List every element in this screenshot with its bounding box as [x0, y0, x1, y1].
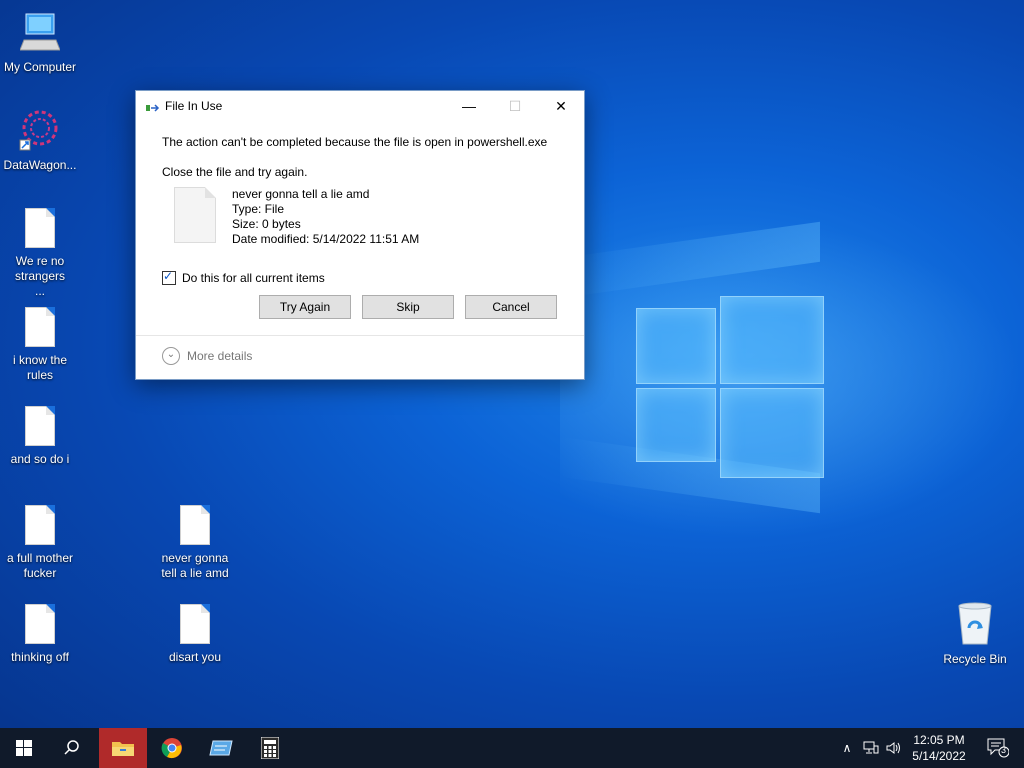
chrome-button[interactable] — [148, 728, 196, 768]
computer-icon — [0, 10, 80, 58]
desktop-icon-file[interactable]: and so do i — [0, 406, 80, 467]
file-icon — [180, 505, 210, 545]
file-transfer-icon — [146, 101, 160, 112]
chrome-icon — [161, 738, 182, 759]
close-button[interactable]: ✕ — [538, 91, 584, 121]
file-icon — [25, 505, 55, 545]
file-icon — [25, 406, 55, 446]
dialog-titlebar[interactable]: File In Use — ☐ ✕ — [136, 91, 584, 121]
skip-button[interactable]: Skip — [362, 295, 454, 319]
search-icon — [64, 740, 79, 755]
file-type: Type: File — [232, 202, 285, 216]
taskbar: ∧ 12:05 PM 5/14/2022 3 — [0, 728, 1024, 768]
speaker-icon — [886, 742, 900, 754]
clock-date: 5/14/2022 — [912, 749, 966, 763]
file-in-use-dialog: File In Use — ☐ ✕ The action can't be co… — [135, 90, 585, 380]
start-button[interactable] — [0, 728, 48, 768]
apply-all-label: Do this for all current items — [182, 271, 325, 285]
dialog-title: File In Use — [165, 99, 223, 113]
desktop-icon-file[interactable]: thinking off — [0, 604, 80, 665]
desktop-icon-recycle-bin[interactable]: Recycle Bin — [935, 602, 1015, 667]
dialog-instruction: Close the file and try again. — [162, 165, 308, 179]
desktop-icon-file[interactable]: disart you — [155, 604, 235, 665]
file-icon — [180, 604, 210, 644]
desktop-icon-file[interactable]: i know the rules — [0, 307, 80, 383]
desktop-icon-file[interactable]: a full mother fucker — [0, 505, 80, 581]
file-icon — [174, 187, 216, 243]
app-button[interactable] — [197, 728, 245, 768]
desktop-icon-file[interactable]: We re no strangers ... — [0, 208, 80, 299]
notification-center-button[interactable]: 3 — [978, 728, 1018, 768]
clock[interactable]: 12:05 PM 5/14/2022 — [904, 732, 974, 764]
desktop-icon-file[interactable]: never gonna tell a lie amd — [155, 505, 235, 581]
windows-logo — [636, 290, 824, 480]
apply-all-checkbox-row[interactable]: Do this for all current items — [162, 269, 325, 285]
minimize-icon: — — [462, 98, 476, 114]
calculator-button[interactable] — [246, 728, 294, 768]
minimize-button[interactable]: — — [446, 91, 492, 121]
chevron-up-icon: ∧ — [842, 741, 852, 755]
file-icon — [25, 604, 55, 644]
more-details-toggle[interactable]: ⌄ More details — [162, 347, 252, 365]
dialog-message: The action can't be completed because th… — [162, 135, 548, 149]
file-name: never gonna tell a lie amd — [232, 187, 370, 201]
maximize-button[interactable]: ☐ — [492, 91, 538, 121]
desktop-icon-datawagon[interactable]: DataWagon... — [0, 108, 80, 173]
app-icon — [209, 740, 233, 756]
network-button[interactable] — [860, 728, 882, 768]
show-hidden-icons-button[interactable]: ∧ — [838, 728, 856, 768]
maximize-icon: ☐ — [508, 98, 522, 114]
chevron-down-icon: ⌄ — [162, 347, 180, 365]
file-explorer-button[interactable] — [99, 728, 147, 768]
start-icon — [16, 740, 32, 756]
search-button[interactable] — [48, 728, 96, 768]
try-again-button[interactable]: Try Again — [259, 295, 351, 319]
file-explorer-icon — [112, 742, 134, 756]
calculator-icon — [261, 737, 279, 759]
datawagon-app-icon — [0, 108, 80, 156]
close-icon: ✕ — [555, 98, 567, 114]
network-icon — [863, 741, 879, 754]
file-icon — [25, 307, 55, 347]
dialog-divider — [136, 335, 584, 336]
volume-button[interactable] — [884, 728, 904, 768]
notification-count: 3 — [1001, 745, 1007, 755]
apply-all-checkbox[interactable] — [162, 269, 176, 285]
recycle-bin-icon — [935, 602, 1015, 650]
file-size: Size: 0 bytes — [232, 217, 301, 231]
more-details-label: More details — [187, 349, 253, 363]
clock-time: 12:05 PM — [913, 733, 965, 747]
file-date-modified: Date modified: 5/14/2022 11:51 AM — [232, 232, 420, 246]
file-icon — [25, 208, 55, 248]
cancel-button[interactable]: Cancel — [465, 295, 557, 319]
desktop-icon-my-computer[interactable]: My Computer — [0, 10, 80, 75]
